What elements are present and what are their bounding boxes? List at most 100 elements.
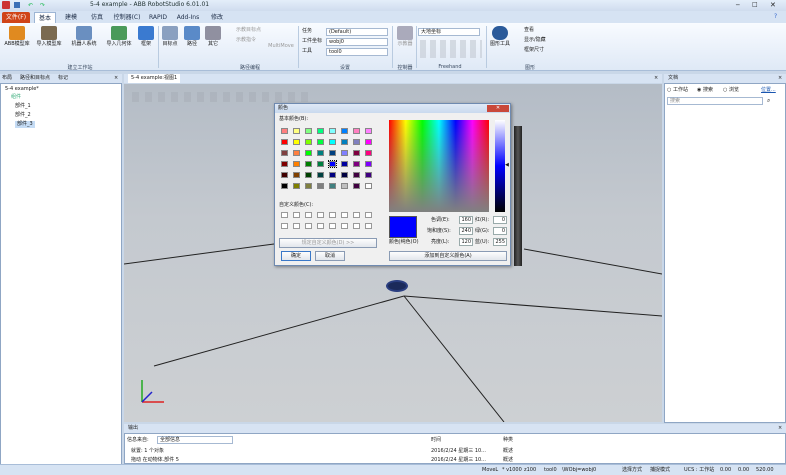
custom-color-slot[interactable] [281, 212, 288, 218]
color-swatch[interactable] [365, 139, 372, 145]
color-swatch[interactable] [281, 150, 288, 156]
tab-view1[interactable]: 5-4 example:视图1 [128, 74, 181, 83]
kind-column-header[interactable]: 种类 [503, 437, 513, 444]
status-tool[interactable]: tool0 [544, 467, 557, 474]
tab-modify[interactable]: 修改 [206, 12, 228, 23]
sat-input[interactable]: 240 [459, 227, 473, 235]
tab-rapid[interactable]: RAPID [146, 12, 170, 23]
selection-mode[interactable]: 选择方式 [622, 467, 642, 474]
color-swatch[interactable] [305, 139, 312, 145]
color-swatch[interactable] [353, 161, 360, 167]
define-custom-colors-button[interactable]: 规定自定义颜色(D) >> [279, 238, 377, 248]
close-icon[interactable]: × [114, 74, 118, 83]
tab-modeling[interactable]: 建模 [60, 12, 82, 23]
undo-icon[interactable]: ↶ [28, 2, 33, 9]
color-swatch[interactable] [317, 128, 324, 134]
luminance-slider[interactable] [495, 120, 505, 212]
color-swatch[interactable] [353, 128, 360, 134]
color-swatch[interactable] [341, 161, 348, 167]
multimove-button[interactable]: MultiMove [266, 43, 296, 49]
blue-input[interactable]: 255 [493, 238, 507, 246]
time-column-header[interactable]: 时间 [431, 437, 441, 444]
color-swatch[interactable] [317, 150, 324, 156]
color-swatch[interactable] [341, 172, 348, 178]
teach-instruction-button[interactable]: 示教指令 [236, 37, 256, 44]
help-icon[interactable]: ? [774, 13, 777, 20]
custom-color-slot[interactable] [365, 212, 372, 218]
radio-station[interactable]: ○ 工作站 [667, 87, 688, 94]
custom-color-slot[interactable] [317, 212, 324, 218]
lum-input[interactable]: 120 [459, 238, 473, 246]
red-input[interactable]: 0 [493, 216, 507, 224]
frame-button[interactable]: 框架 [136, 26, 156, 47]
teach-target-button[interactable]: 示教目标点 [236, 27, 261, 34]
cancel-button[interactable]: 取消 [315, 251, 345, 261]
custom-color-slot[interactable] [293, 212, 300, 218]
tab-controller[interactable]: 控制器(C) [112, 12, 142, 23]
color-swatch[interactable] [281, 172, 288, 178]
color-swatch[interactable] [353, 183, 360, 189]
color-swatch[interactable] [341, 128, 348, 134]
color-swatch[interactable] [365, 172, 372, 178]
status-wobj[interactable]: \WObj=wobj0 [562, 467, 596, 474]
wobj-select[interactable]: wobj0 [326, 38, 388, 46]
tree-item[interactable]: 部件_1 [15, 103, 31, 110]
color-swatch[interactable] [281, 128, 288, 134]
color-swatch[interactable] [293, 161, 300, 167]
custom-color-slot[interactable] [305, 212, 312, 218]
color-swatch[interactable] [317, 139, 324, 145]
custom-color-slot[interactable] [329, 223, 336, 229]
freehand-tools[interactable] [420, 40, 482, 58]
color-swatch[interactable] [317, 161, 324, 167]
location-link[interactable]: 位置... [761, 87, 776, 94]
color-swatch[interactable] [365, 150, 372, 156]
tree-root[interactable]: 5-4 example* [5, 86, 39, 93]
frame-size-button[interactable]: 框架尺寸 [524, 47, 544, 54]
other-button[interactable]: 其它 [204, 26, 222, 47]
tab-file[interactable]: 文件(F) [2, 12, 30, 23]
import-geometry-button[interactable]: 导入几何体 [104, 26, 134, 47]
color-swatch[interactable] [305, 128, 312, 134]
color-swatch[interactable] [317, 172, 324, 178]
close-icon[interactable]: × [778, 424, 782, 433]
color-swatch[interactable] [353, 139, 360, 145]
search-input[interactable]: 搜索 [667, 97, 763, 105]
color-swatch[interactable] [365, 183, 372, 189]
table-row-msg[interactable]: 就置: 1 个对象 [131, 448, 164, 455]
minimize-button[interactable]: ─ [736, 2, 740, 9]
add-custom-color-button[interactable]: 添加到自定义颜色(A) [389, 251, 507, 261]
close-icon[interactable]: × [654, 74, 658, 83]
color-swatch[interactable] [281, 161, 288, 167]
color-swatch[interactable] [305, 172, 312, 178]
flexpendant-button[interactable]: 示教器 [396, 26, 414, 47]
import-library-button[interactable]: 导入模型库 [34, 26, 64, 47]
color-swatch[interactable] [353, 150, 360, 156]
custom-color-slot[interactable] [305, 223, 312, 229]
color-swatch[interactable] [329, 172, 336, 178]
custom-color-slot[interactable] [353, 212, 360, 218]
save-icon[interactable] [14, 2, 20, 8]
snap-mode[interactable]: 捕捉模式 [650, 467, 670, 474]
custom-color-slot[interactable] [281, 223, 288, 229]
color-swatch[interactable] [293, 150, 300, 156]
robot-system-button[interactable]: 机器人系统 [68, 26, 100, 47]
color-swatch[interactable] [328, 160, 337, 168]
color-swatch[interactable] [365, 161, 372, 167]
color-swatch[interactable] [353, 172, 360, 178]
color-swatch[interactable] [329, 150, 336, 156]
task-select[interactable]: (Default) [326, 28, 388, 36]
color-swatch[interactable] [329, 128, 336, 134]
custom-color-slot[interactable] [329, 212, 336, 218]
ok-button[interactable]: 确定 [281, 251, 311, 261]
redo-icon[interactable]: ↷ [40, 2, 45, 9]
view-button[interactable]: 查看 [524, 27, 534, 34]
radio-browse[interactable]: ○ 浏览 [723, 87, 739, 94]
custom-color-slot[interactable] [341, 223, 348, 229]
tab-simulation[interactable]: 仿真 [86, 12, 108, 23]
custom-color-slot[interactable] [317, 223, 324, 229]
color-swatch[interactable] [341, 150, 348, 156]
color-swatch[interactable] [305, 183, 312, 189]
table-row-msg[interactable]: 拖动 在动物体.部件 5 [131, 457, 179, 464]
status-instruction[interactable]: MoveL [482, 467, 498, 474]
target-button[interactable]: 目标点 [160, 26, 180, 47]
